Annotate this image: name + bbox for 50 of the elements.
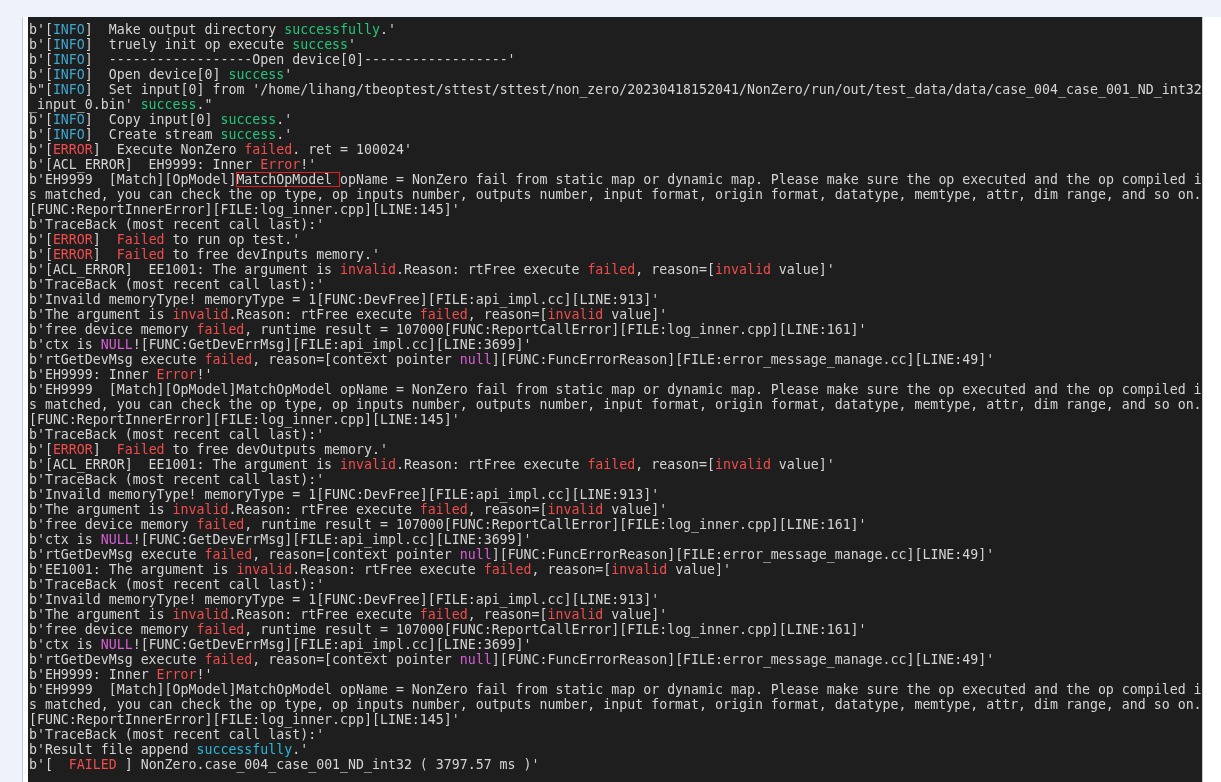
log-line: b'[ERROR] Failed to free devOutputs memory.': [28, 442, 389, 457]
log-line: b'[INFO] truely init op execute success': [28, 37, 358, 52]
log-line: b'Result file append successfully.': [28, 742, 310, 757]
log-line: b'The argument is invalid.Reason: rtFree execute failed, reason=[invalid value]': [28, 307, 669, 322]
log-line: b'rtGetDevMsg execute failed, reason=[context pointer null][FUNC:FuncErrorReason][FILE:error_message_manage.cc][LINE:49]': [28, 352, 996, 367]
log-line: s matched, you can check the op type, op inputs number, outputs number, input format, origin format, datatype, memtype, attr, dim range, and so on.: [28, 187, 1203, 202]
log-line: b'[ERROR] Execute NonZero failed. ret = 100024': [28, 142, 413, 157]
log-line: b'[ FAILED ] NonZero.case_004_case_001_ND_int32 ( 3797.57 ms )': [28, 757, 541, 772]
log-line: b'Invaild memoryType! memoryType = 1[FUNC:DevFree][FILE:api_impl.cc][LINE:913]': [28, 292, 660, 307]
log-line: b'TraceBack (most recent call last):': [28, 277, 326, 292]
log-line: b'TraceBack (most recent call last):': [28, 427, 325, 442]
log-line: b'The argument is invalid.Reason: rtFree execute failed, reason=[invalid value]': [28, 607, 669, 622]
log-line: b'[ACL_ERROR] EE1001: The argument is invalid.Reason: rtFree execute failed, reason=[invalid value]': [28, 262, 836, 277]
log-line: b'Invaild memoryType! memoryType = 1[FUNC:DevFree][FILE:api_impl.cc][LINE:913]': [28, 487, 660, 502]
log-line: b'EH9999: Inner Error!': [28, 667, 214, 682]
log-line: _input_0.bin' success.": [28, 97, 214, 112]
log-line: b'EH9999 [Match][OpModel]MatchOpModel opName = NonZero fail from static map or dynamic map. Please make sure the op executed and the op compiled i: [28, 382, 1203, 397]
log-line: [FUNC:ReportInnerError][FILE:log_inner.cpp][LINE:145]': [28, 412, 461, 427]
log-line: b'[INFO] Copy input[0] success.': [28, 112, 294, 127]
log-line: b"[INFO] Set input[0] from '/home/lihang/tbeoptest/sttest/sttest/non_zero/20230418152041/NonZero/run/out/test_data/data/case_004_case_001_ND_int32: [28, 82, 1203, 97]
log-line: b'[INFO] ------------------Open device[0]------------------': [28, 52, 517, 67]
log-line: b'EH9999 [Match][OpModel]MatchOpModel opName = NonZero fail from static map or dynamic map. Please make sure the op executed and the op compiled i: [28, 682, 1203, 697]
log-line: s matched, you can check the op type, op inputs number, outputs number, input format, origin format, datatype, memtype, attr, dim range, and so on.: [28, 697, 1203, 712]
log-line: b'ctx is NULL![FUNC:GetDevErrMsg][FILE:api_impl.cc][LINE:3699]': [28, 532, 532, 547]
log-line: b'TraceBack (most recent call last):': [28, 217, 325, 232]
log-line: b'EH9999 [Match][OpModel]MatchOpModel opName = NonZero fail from static map or dynamic map. Please make sure the op executed and the op compiled i: [28, 172, 1203, 187]
log-line: b'[ERROR] Failed to run op test.': [28, 232, 302, 247]
log-line: b'rtGetDevMsg execute failed, reason=[context pointer null][FUNC:FuncErrorReason][FILE:error_message_manage.cc][LINE:49]': [28, 652, 996, 667]
log-line: b'TraceBack (most recent call last):': [28, 472, 326, 487]
log-line: s matched, you can check the op type, op inputs number, outputs number, input format, origin format, datatype, memtype, attr, dim range, and so on.: [28, 397, 1203, 412]
log-line: b'[INFO] Create stream success.': [28, 127, 294, 142]
log-line: b'[ACL_ERROR] EH9999: Inner Error!': [28, 157, 317, 172]
log-line: b'[ERROR] Failed to free devInputs memory.': [28, 247, 381, 262]
log-line: b'rtGetDevMsg execute failed, reason=[context pointer null][FUNC:FuncErrorReason][FILE:error_message_manage.cc][LINE:49]': [28, 547, 996, 562]
log-line: b'free device memory failed, runtime result = 107000[FUNC:ReportCallError][FILE:log_inner.cpp][LINE:161]': [28, 322, 868, 337]
log-line: b'free device memory failed, runtime result = 107000[FUNC:ReportCallError][FILE:log_inner.cpp][LINE:161]': [28, 622, 868, 637]
log-line: [FUNC:ReportInnerError][FILE:log_inner.cpp][LINE:145]': [28, 712, 461, 727]
log-line: b'[INFO] Open device[0] success': [28, 67, 294, 82]
log-line: b'EH9999: Inner Error!': [28, 367, 214, 382]
log-line: b'ctx is NULL![FUNC:GetDevErrMsg][FILE:api_impl.cc][LINE:3699]': [28, 337, 532, 352]
log-line: b'[INFO] Make output directory successfully.': [28, 22, 397, 37]
log-line: b'Invaild memoryType! memoryType = 1[FUNC:DevFree][FILE:api_impl.cc][LINE:913]': [28, 592, 660, 607]
log-line: b'free device memory failed, runtime result = 107000[FUNC:ReportCallError][FILE:log_inner.cpp][LINE:161]': [28, 517, 868, 532]
log-line: b'The argument is invalid.Reason: rtFree execute failed, reason=[invalid value]': [28, 502, 669, 517]
log-line: b'ctx is NULL![FUNC:GetDevErrMsg][FILE:api_impl.cc][LINE:3699]': [28, 637, 532, 652]
log-line: b'TraceBack (most recent call last):': [28, 727, 325, 742]
log-line: b'[ACL_ERROR] EE1001: The argument is invalid.Reason: rtFree execute failed, reason=[invalid value]': [28, 457, 836, 472]
log-line: [FUNC:ReportInnerError][FILE:log_inner.cpp][LINE:145]': [28, 202, 461, 217]
log-line: b'EE1001: The argument is invalid.Reason: rtFree execute failed, reason=[invalid value]': [28, 562, 731, 577]
log-line: b'TraceBack (most recent call last):': [28, 577, 326, 592]
